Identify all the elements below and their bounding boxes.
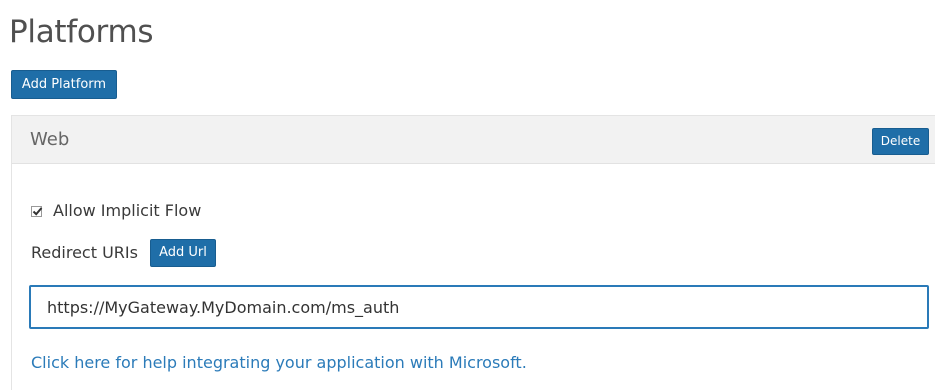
delete-platform-button[interactable]: Delete (872, 128, 929, 155)
redirect-uris-label: Redirect URIs (31, 243, 138, 262)
platform-panel-header: Web Delete (12, 116, 935, 164)
platform-name: Web (30, 129, 70, 150)
platform-panel-web: Web Delete Allow Implicit Flow Redirect … (11, 115, 935, 390)
implicit-flow-row: Allow Implicit Flow (31, 200, 201, 222)
page-title: Platforms (9, 14, 154, 50)
allow-implicit-flow-checkbox[interactable] (31, 205, 43, 217)
add-platform-button[interactable]: Add Platform (11, 70, 117, 99)
redirect-uri-input[interactable] (29, 285, 929, 329)
allow-implicit-flow-label[interactable]: Allow Implicit Flow (53, 200, 201, 222)
checkmark-icon (32, 206, 43, 216)
help-integration-link[interactable]: Click here for help integrating your app… (31, 352, 527, 374)
add-url-button[interactable]: Add Url (149, 239, 216, 267)
redirect-uris-row: Redirect URIs Add Url (31, 238, 216, 268)
platforms-page: Platforms Add Platform Web Delete Allow … (0, 0, 935, 390)
